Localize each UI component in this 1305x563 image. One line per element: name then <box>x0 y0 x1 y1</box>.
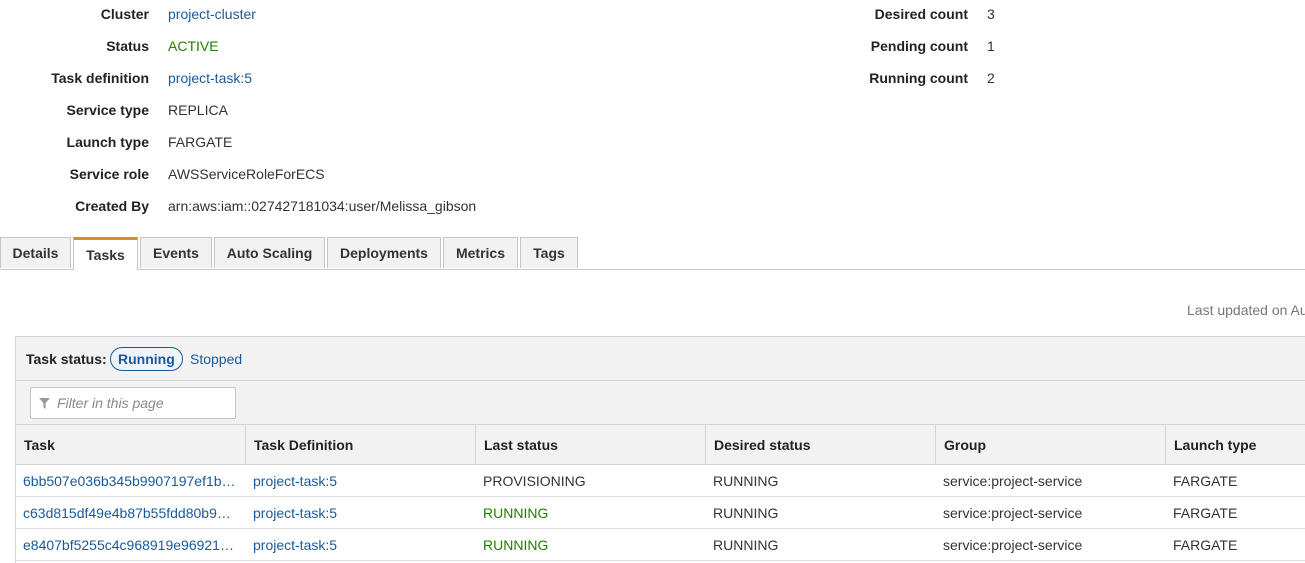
task-id-link[interactable]: e8407bf5255c4c968919e96921… <box>23 537 234 553</box>
tab-metrics[interactable]: Metrics <box>443 237 518 268</box>
header-group[interactable]: Group <box>935 425 1165 464</box>
task-status-bar: Task status: Running Stopped <box>16 337 1305 381</box>
group-cell: service:project-service <box>943 536 1083 553</box>
header-desired-status[interactable]: Desired status <box>705 425 935 464</box>
summary-launch-type: Launch type FARGATE <box>0 126 233 158</box>
header-last-status[interactable]: Last status <box>475 425 705 464</box>
created-by-label: Created By <box>75 198 149 214</box>
service-tabs: Details Tasks Events Auto Scaling Deploy… <box>0 237 1305 270</box>
summary-service-type: Service type REPLICA <box>0 94 228 126</box>
table-row: c63d815df49e4b87b55fdd80b9… project-task… <box>16 497 1305 529</box>
launch-type-value: FARGATE <box>168 134 233 150</box>
tasks-panel: Task status: Running Stopped Task Task D… <box>15 336 1305 563</box>
service-role-label: Service role <box>69 166 149 182</box>
running-count-label: Running count <box>869 70 968 86</box>
pending-count-label: Pending count <box>870 38 968 54</box>
task-definition-link[interactable]: project-task:5 <box>253 473 337 489</box>
task-id-link[interactable]: c63d815df49e4b87b55fdd80b9… <box>23 505 231 521</box>
tab-tags[interactable]: Tags <box>520 237 578 268</box>
filter-box[interactable] <box>30 387 236 419</box>
desired-status-cell: RUNNING <box>713 504 779 521</box>
group-cell: service:project-service <box>943 504 1083 521</box>
desired-count-value: 3 <box>987 6 995 22</box>
launch-type-label: Launch type <box>66 134 149 150</box>
header-task-definition[interactable]: Task Definition <box>245 425 475 464</box>
last-status-cell: RUNNING <box>483 504 549 521</box>
running-filter-pill[interactable]: Running <box>110 347 183 371</box>
table-row: 6bb507e036b345b9907197ef1b… project-task… <box>16 465 1305 497</box>
running-count-value: 2 <box>987 70 995 86</box>
last-status-cell: PROVISIONING <box>483 472 586 489</box>
desired-status-cell: RUNNING <box>713 536 779 553</box>
task-id-cell: e8407bf5255c4c968919e96921… <box>23 529 239 560</box>
pending-count-value: 1 <box>987 38 995 54</box>
task-definition-cell: project-task:5 <box>253 529 469 560</box>
tab-deployments[interactable]: Deployments <box>327 237 441 268</box>
task-definition-cell: project-task:5 <box>253 465 469 496</box>
table-row: e8407bf5255c4c968919e96921… project-task… <box>16 529 1305 561</box>
summary-pending-count: Pending count 1 <box>0 30 995 62</box>
tab-details[interactable]: Details <box>0 237 71 268</box>
tasks-table-header: Task Task Definition Last status Desired… <box>16 425 1305 465</box>
service-type-label: Service type <box>66 102 150 118</box>
tab-tasks[interactable]: Tasks <box>73 237 138 270</box>
service-role-value: AWSServiceRoleForECS <box>168 166 325 182</box>
task-definition-link[interactable]: project-task:5 <box>253 505 337 521</box>
task-definition-cell: project-task:5 <box>253 497 469 528</box>
group-cell: service:project-service <box>943 472 1083 489</box>
summary-running-count: Running count 2 <box>0 62 995 94</box>
task-id-cell: 6bb507e036b345b9907197ef1b… <box>23 465 239 496</box>
filter-input[interactable] <box>55 394 229 412</box>
task-definition-link[interactable]: project-task:5 <box>253 537 337 553</box>
filter-icon <box>39 397 50 409</box>
summary-service-role: Service role AWSServiceRoleForECS <box>0 158 325 190</box>
desired-count-label: Desired count <box>874 6 968 22</box>
tab-auto-scaling[interactable]: Auto Scaling <box>214 237 325 268</box>
launch-type-cell: FARGATE <box>1173 504 1238 521</box>
task-status-label: Task status: <box>26 351 107 367</box>
task-id-link[interactable]: 6bb507e036b345b9907197ef1b… <box>23 473 236 489</box>
stopped-filter-link[interactable]: Stopped <box>190 351 242 367</box>
filter-bar <box>16 381 1305 425</box>
header-launch-type[interactable]: Launch type <box>1165 425 1305 464</box>
launch-type-cell: FARGATE <box>1173 472 1238 489</box>
launch-type-cell: FARGATE <box>1173 536 1238 553</box>
ecs-service-page: Cluster project-cluster Status ACTIVE Ta… <box>0 0 1305 563</box>
summary-created-by: Created By arn:aws:iam::027427181034:use… <box>0 190 476 222</box>
header-task[interactable]: Task <box>16 425 245 464</box>
last-updated-text: Last updated on Au <box>1187 302 1305 318</box>
desired-status-cell: RUNNING <box>713 472 779 489</box>
service-type-value: REPLICA <box>168 102 228 118</box>
created-by-value: arn:aws:iam::027427181034:user/Melissa_g… <box>168 198 477 214</box>
last-status-cell: RUNNING <box>483 536 549 553</box>
summary-desired-count: Desired count 3 <box>0 0 995 30</box>
task-id-cell: c63d815df49e4b87b55fdd80b9… <box>23 497 239 528</box>
tab-events[interactable]: Events <box>140 237 212 268</box>
